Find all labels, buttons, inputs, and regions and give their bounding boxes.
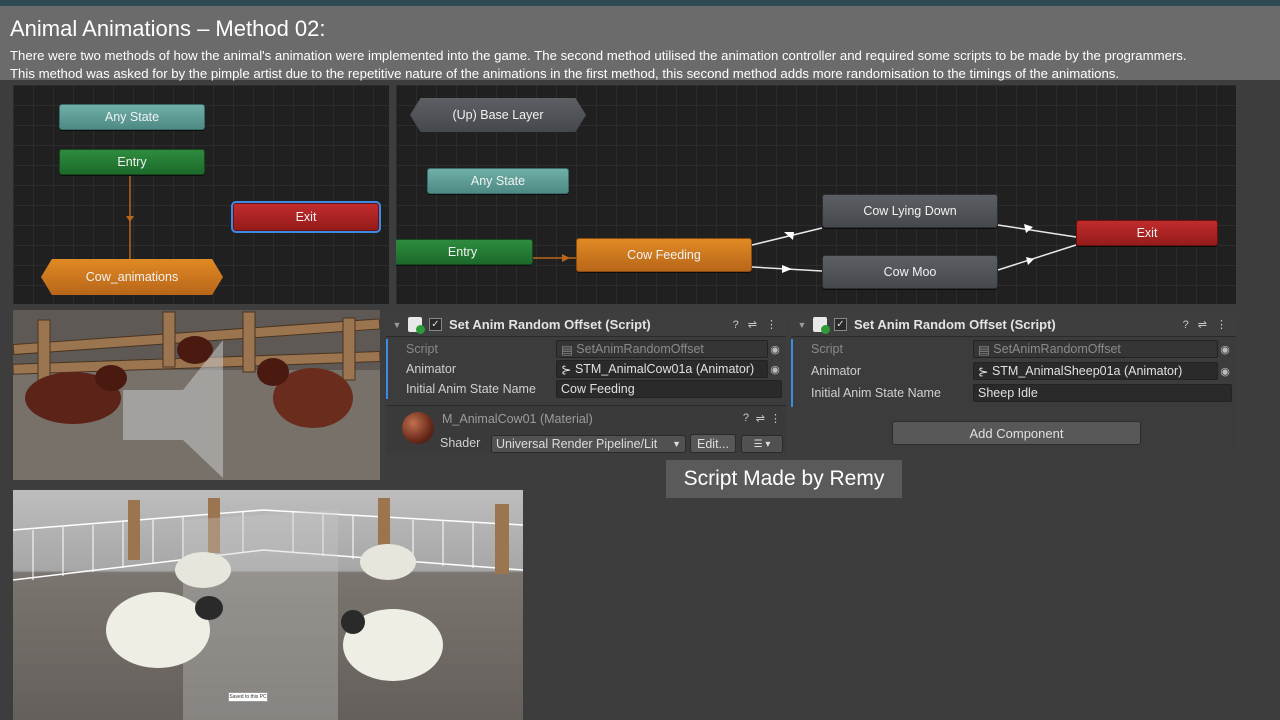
component-header[interactable]: ▼ ✓ Set Anim Random Offset (Script) ? ⇌ … xyxy=(386,313,786,337)
foldout-icon[interactable]: ▼ xyxy=(390,320,404,330)
csharp-script-icon xyxy=(813,317,830,334)
shader-dropdown[interactable]: Universal Render Pipeline/Lit ▼ xyxy=(491,435,686,453)
script-row: Script ▤ SetAnimRandomOffset ◉ xyxy=(811,339,1232,359)
kebab-menu-icon[interactable]: ⋮ xyxy=(1216,318,1227,331)
animator-field[interactable]: ⊱ STM_AnimalSheep01a (Animator) xyxy=(973,362,1218,380)
animator-label: Animator xyxy=(406,362,457,376)
cow-moo-state[interactable]: Cow Moo xyxy=(822,255,998,289)
animator-icon: ⊱ xyxy=(561,362,575,377)
script-value: SetAnimRandomOffset xyxy=(576,342,704,356)
material-name: M_AnimalCow01 (Material) xyxy=(442,412,593,426)
animator-row: Animator ⊱ STM_AnimalCow01a (Animator) ◉ xyxy=(406,359,782,379)
presets-icon[interactable]: ⇌ xyxy=(748,318,757,331)
description-line-1: There were two methods of how the animal… xyxy=(10,48,1187,63)
animator-label: Animator xyxy=(811,364,862,378)
slide-header: Animal Animations – Method 02: There wer… xyxy=(0,0,1280,83)
enabled-checkbox[interactable]: ✓ xyxy=(429,318,442,331)
object-picker-icon[interactable]: ◉ xyxy=(768,343,782,356)
presets-icon[interactable]: ⇌ xyxy=(756,412,765,425)
state-label: Initial Anim State Name xyxy=(406,382,536,396)
description-line-2: This method was asked for by the pimple … xyxy=(10,66,1120,81)
state-row: Initial Anim State Name Sheep Idle xyxy=(811,383,1232,403)
animator-icon: ⊱ xyxy=(978,364,992,379)
chevron-down-icon: ▼ xyxy=(672,439,681,449)
enabled-checkbox[interactable]: ✓ xyxy=(834,318,847,331)
exit-node[interactable]: Exit xyxy=(231,201,381,233)
inspector-sheep: ▼ ✓ Set Anim Random Offset (Script) ? ⇌ … xyxy=(791,313,1236,453)
csharp-script-icon xyxy=(408,317,425,334)
script-label: Script xyxy=(406,342,438,356)
script-value: SetAnimRandomOffset xyxy=(993,342,1121,356)
kebab-menu-icon[interactable]: ⋮ xyxy=(766,318,777,331)
script-file-icon: ▤ xyxy=(561,342,577,357)
script-field[interactable]: ▤ SetAnimRandomOffset xyxy=(973,340,1218,358)
shader-label: Shader xyxy=(440,436,481,450)
component-title: Set Anim Random Offset (Script) xyxy=(854,317,1056,332)
any-state-node[interactable]: Any State xyxy=(427,168,569,194)
add-component-button[interactable]: Add Component xyxy=(892,421,1141,445)
script-row: Script ▤ SetAnimRandomOffset ◉ xyxy=(406,339,782,359)
script-field[interactable]: ▤ SetAnimRandomOffset xyxy=(556,340,768,358)
saved-toast: Saved to this PC xyxy=(228,692,268,702)
state-label: Initial Anim State Name xyxy=(811,386,941,400)
animator-graph-sublayer[interactable]: (Up) Base Layer Any State Entry Cow Feed… xyxy=(396,85,1236,304)
inspector-cow: ▼ ✓ Set Anim Random Offset (Script) ? ⇌ … xyxy=(386,313,786,453)
base-layer-breadcrumb[interactable]: (Up) Base Layer xyxy=(410,98,586,132)
sheep-scene-viewport: Saved to this PC xyxy=(13,490,523,720)
script-file-icon: ▤ xyxy=(978,342,994,357)
animator-row: Animator ⊱ STM_AnimalSheep01a (Animator)… xyxy=(811,361,1232,381)
material-preview-icon xyxy=(402,412,434,444)
state-input[interactable]: Sheep Idle xyxy=(973,384,1232,402)
animator-value: STM_AnimalSheep01a (Animator) xyxy=(991,364,1183,378)
cow-animations-substate[interactable]: Cow_animations xyxy=(41,259,223,295)
cow-feeding-state[interactable]: Cow Feeding xyxy=(576,238,752,272)
entry-node[interactable]: Entry xyxy=(59,149,205,175)
sheep-scene-illustration xyxy=(13,498,523,720)
state-input[interactable]: Cow Feeding xyxy=(556,380,782,398)
entry-node[interactable]: Entry xyxy=(396,239,533,265)
kebab-menu-icon[interactable]: ⋮ xyxy=(770,412,781,425)
cow-lying-down-state[interactable]: Cow Lying Down xyxy=(822,194,998,228)
slide-description: There were two methods of how the animal… xyxy=(10,47,1280,83)
modified-indicator xyxy=(791,339,793,407)
shader-options-dropdown[interactable]: ☰ ▾ xyxy=(741,435,783,453)
animator-field[interactable]: ⊱ STM_AnimalCow01a (Animator) xyxy=(556,360,768,378)
component-header[interactable]: ▼ ✓ Set Anim Random Offset (Script) ? ⇌ … xyxy=(791,313,1236,337)
component-title: Set Anim Random Offset (Script) xyxy=(449,317,651,332)
script-credit-caption: Script Made by Remy xyxy=(666,460,902,498)
list-icon: ☰ ▾ xyxy=(753,438,771,450)
object-picker-icon[interactable]: ◉ xyxy=(1218,343,1232,356)
modified-indicator xyxy=(386,339,388,399)
edit-shader-button[interactable]: Edit... xyxy=(690,434,736,453)
foldout-icon[interactable]: ▼ xyxy=(795,320,809,330)
any-state-node[interactable]: Any State xyxy=(59,104,205,130)
slide-title: Animal Animations – Method 02: xyxy=(10,16,326,41)
animator-value: STM_AnimalCow01a (Animator) xyxy=(574,362,755,376)
presets-icon[interactable]: ⇌ xyxy=(1198,318,1207,331)
material-header[interactable]: M_AnimalCow01 (Material) ? ⇌ ⋮ Shader Un… xyxy=(386,405,786,453)
help-icon[interactable]: ? xyxy=(743,412,749,424)
exit-node[interactable]: Exit xyxy=(1076,220,1218,246)
shader-value: Universal Render Pipeline/Lit xyxy=(496,437,658,451)
object-picker-icon[interactable]: ◉ xyxy=(1218,365,1232,378)
object-picker-icon[interactable]: ◉ xyxy=(768,363,782,376)
cow-scene-illustration xyxy=(13,310,380,480)
help-icon[interactable]: ? xyxy=(1183,319,1189,331)
state-row: Initial Anim State Name Cow Feeding xyxy=(406,379,782,399)
script-label: Script xyxy=(811,342,843,356)
cow-scene-viewport xyxy=(13,310,380,480)
animator-graph-root[interactable]: Any State Entry Exit Cow_animations xyxy=(13,85,389,304)
help-icon[interactable]: ? xyxy=(733,319,739,331)
